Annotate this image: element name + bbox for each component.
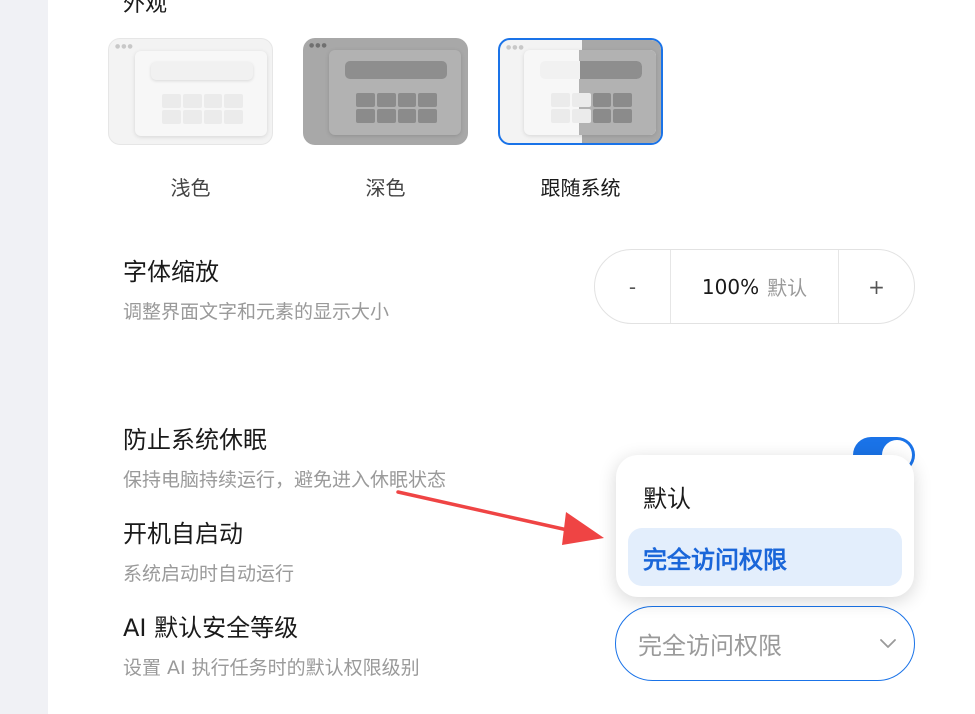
theme-card-dark[interactable]: ●●● (303, 38, 468, 145)
theme-label-system: 跟随系统 (540, 176, 621, 200)
increase-button[interactable]: + (839, 250, 914, 323)
preview-bar (540, 61, 642, 79)
ai-security-dropdown-menu: 默认 完全访问权限 (616, 455, 914, 597)
preview-bar (151, 62, 253, 80)
prevent-sleep-desc: 保持电脑持续运行，避免进入休眠状态 (123, 469, 447, 491)
autostart-desc: 系统启动时自动运行 (123, 563, 295, 585)
ai-security-title: AI 默认安全等级 (123, 614, 299, 642)
ai-security-desc: 设置 AI 执行任务时的默认权限级别 (123, 657, 420, 679)
font-scale-desc: 调整界面文字和元素的显示大小 (123, 301, 390, 323)
appearance-section-title: 外观 (123, 0, 168, 17)
font-scale-stepper: - 100% 默认 + (594, 249, 915, 324)
ai-security-select[interactable]: 完全访问权限 (615, 606, 915, 681)
dropdown-option-default[interactable]: 默认 (628, 467, 902, 525)
window-dots-icon: ●●● (506, 44, 525, 51)
prevent-sleep-title: 防止系统休眠 (123, 426, 267, 454)
font-scale-title: 字体缩放 (123, 258, 219, 286)
preview-grid (356, 93, 437, 123)
preview-grid (551, 93, 632, 123)
chevron-down-icon (880, 639, 896, 648)
dropdown-option-full-access[interactable]: 完全访问权限 (628, 528, 902, 586)
window-dots-icon: ●●● (115, 43, 134, 50)
theme-card-system[interactable]: ●●● (498, 38, 663, 145)
font-scale-value: 100% 默认 (671, 272, 838, 301)
theme-card-light[interactable]: ●●● (108, 38, 273, 145)
font-scale-percent: 100% (701, 274, 760, 299)
autostart-title: 开机自启动 (123, 520, 243, 548)
window-dots-icon: ●●● (309, 42, 328, 49)
preview-bar (345, 61, 447, 79)
theme-label-light: 浅色 (170, 176, 211, 200)
left-sidebar-rail (0, 0, 48, 714)
theme-label-dark: 深色 (365, 176, 406, 200)
preview-grid (162, 94, 243, 124)
ai-security-selected-value: 完全访问权限 (638, 632, 782, 660)
font-scale-default-tag: 默认 (767, 276, 808, 300)
decrease-button[interactable]: - (595, 250, 670, 323)
